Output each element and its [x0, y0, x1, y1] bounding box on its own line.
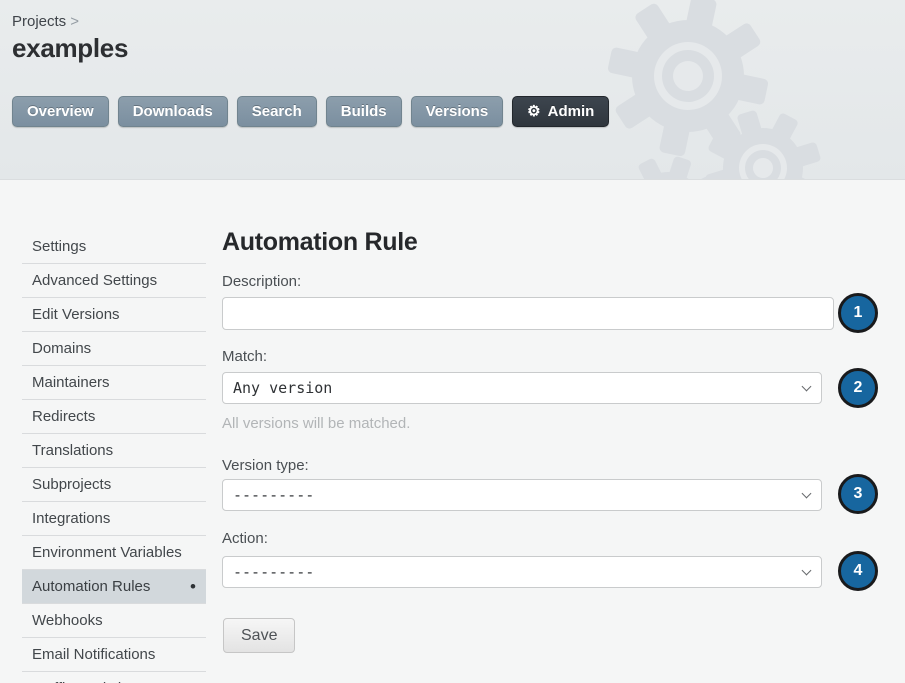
match-select[interactable]: Any version — [222, 372, 822, 404]
tab-admin-label: Admin — [548, 103, 595, 120]
breadcrumb-separator: > — [70, 13, 79, 30]
sidebar-item-automation-rules-label: Automation Rules — [32, 578, 150, 595]
sidebar-item-subprojects[interactable]: Subprojects — [22, 468, 206, 502]
gears-decoration — [565, 0, 905, 180]
gear-icon: ⚙ — [527, 104, 540, 119]
action-label: Action: — [222, 530, 268, 547]
save-button[interactable]: Save — [223, 618, 295, 653]
page: Projects> examples Overview Downloads Se… — [0, 0, 905, 683]
project-title: examples — [12, 33, 128, 64]
sidebar-item-translations[interactable]: Translations — [22, 434, 206, 468]
sidebar-item-email-notifications[interactable]: Email Notifications — [22, 638, 206, 672]
sidebar-item-webhooks[interactable]: Webhooks — [22, 604, 206, 638]
project-nav-tabs: Overview Downloads Search Builds Version… — [12, 96, 618, 127]
tab-builds[interactable]: Builds — [326, 96, 402, 127]
version-type-select[interactable]: --------- — [222, 479, 822, 511]
breadcrumb: Projects> — [12, 13, 79, 30]
action-select-wrap: --------- — [222, 556, 822, 588]
version-type-label: Version type: — [222, 457, 309, 474]
tab-search[interactable]: Search — [237, 96, 317, 127]
sidebar-item-automation-rules[interactable]: Automation Rules • — [22, 570, 206, 604]
description-label: Description: — [222, 273, 301, 290]
sidebar-item-domains[interactable]: Domains — [22, 332, 206, 366]
match-select-wrap: Any version — [222, 372, 822, 404]
tab-downloads[interactable]: Downloads — [118, 96, 228, 127]
tab-admin[interactable]: ⚙ Admin — [512, 96, 609, 127]
sidebar-item-advanced-settings[interactable]: Advanced Settings — [22, 264, 206, 298]
tab-versions[interactable]: Versions — [411, 96, 504, 127]
sidebar-item-settings[interactable]: Settings — [22, 230, 206, 264]
admin-sidebar: Settings Advanced Settings Edit Versions… — [22, 230, 206, 683]
callout-badge-3: 3 — [838, 474, 878, 514]
match-help-text: All versions will be matched. — [222, 415, 410, 432]
callout-badge-4: 4 — [838, 551, 878, 591]
action-select[interactable]: --------- — [222, 556, 822, 588]
project-header: Projects> examples Overview Downloads Se… — [0, 0, 905, 180]
sidebar-item-maintainers[interactable]: Maintainers — [22, 366, 206, 400]
sidebar-item-traffic-analytics[interactable]: Traffic Analytics — [22, 672, 206, 683]
sidebar-item-edit-versions[interactable]: Edit Versions — [22, 298, 206, 332]
version-type-select-wrap: --------- — [222, 479, 822, 511]
sidebar-item-integrations[interactable]: Integrations — [22, 502, 206, 536]
match-label: Match: — [222, 348, 267, 365]
sidebar-item-redirects[interactable]: Redirects — [22, 400, 206, 434]
callout-badge-1: 1 — [838, 293, 878, 333]
sidebar-item-environment-variables[interactable]: Environment Variables — [22, 536, 206, 570]
tab-overview[interactable]: Overview — [12, 96, 109, 127]
breadcrumb-projects-link[interactable]: Projects — [12, 13, 66, 30]
page-title: Automation Rule — [222, 228, 418, 257]
callout-badge-2: 2 — [838, 368, 878, 408]
description-input[interactable] — [222, 297, 834, 330]
active-item-bullet-icon: • — [190, 570, 196, 603]
